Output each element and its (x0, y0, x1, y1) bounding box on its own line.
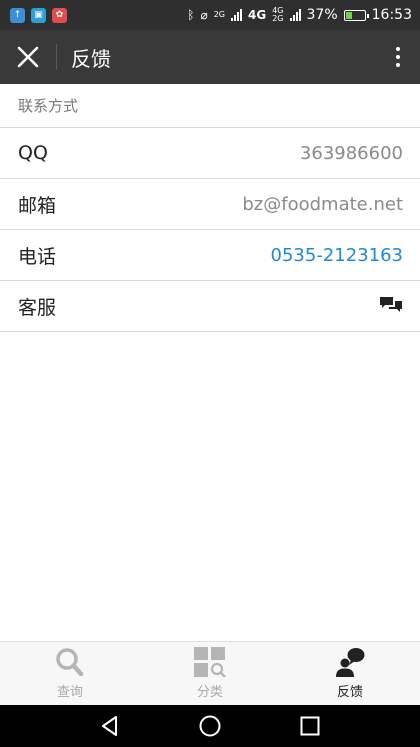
contact-row-phone[interactable]: 电话 0535-2123163 (0, 230, 420, 281)
clock: 16:53 (371, 7, 412, 23)
contact-list: QQ 363986600 邮箱 bz@foodmate.net 电话 0535-… (0, 128, 420, 332)
nav-label: 反馈 (336, 685, 363, 700)
signal-icon-2 (289, 9, 301, 21)
app-notification-icon: ↑ (10, 7, 25, 23)
vibrate-off-icon: ⌀ (200, 8, 208, 22)
bluetooth-icon: ᛒ (187, 8, 195, 22)
bottom-navigation: 查询 分类 反馈 (0, 641, 420, 705)
page-title: 反馈 (71, 46, 111, 71)
contact-row-customer-service[interactable]: 客服 (0, 281, 420, 332)
section-header: 联系方式 (0, 84, 420, 128)
row-value: bz@foodmate.net (242, 193, 403, 215)
recents-icon[interactable] (298, 714, 322, 738)
row-label: 客服 (18, 296, 57, 319)
row-label: 电话 (18, 245, 57, 268)
feedback-icon (336, 648, 365, 677)
title-divider (56, 44, 57, 70)
battery-icon (343, 9, 369, 21)
close-button[interactable] (0, 30, 56, 84)
back-icon[interactable] (98, 714, 122, 738)
network-type-4g: 4G (248, 8, 267, 22)
phone-link[interactable]: 0535-2123163 (271, 245, 403, 266)
row-value: 363986600 (299, 142, 403, 164)
more-options-button[interactable] (376, 30, 420, 84)
category-icon (194, 647, 226, 677)
system-status: ᛒ ⌀ 2G 4G 4G 2G 37% 16:53 (187, 6, 412, 24)
chat-icon[interactable] (379, 296, 403, 316)
battery-percent: 37% (306, 7, 338, 23)
close-icon (17, 46, 39, 68)
app-bar: 反馈 (0, 30, 420, 84)
row-label: QQ (18, 142, 48, 164)
more-vert-icon (396, 47, 400, 51)
row-label: 邮箱 (18, 194, 57, 217)
nav-item-feedback[interactable]: 反馈 (280, 642, 420, 705)
contact-row-qq[interactable]: QQ 363986600 (0, 128, 420, 179)
app-notification-icon: ▣ (31, 7, 46, 23)
nav-item-search[interactable]: 查询 (0, 642, 140, 705)
contact-row-email[interactable]: 邮箱 bz@foodmate.net (0, 179, 420, 230)
signal-icon (231, 9, 243, 21)
dual-network-indicator: 4G 2G (272, 6, 284, 23)
nav-label: 分类 (196, 685, 223, 700)
status-bar: ↑ ▣ ✿ ᛒ ⌀ 2G 4G 4G 2G 37% 16:53 (0, 0, 420, 30)
network-type: 2G (213, 10, 226, 19)
home-icon[interactable] (198, 714, 222, 738)
notification-icons: ↑ ▣ ✿ (10, 7, 67, 23)
app-notification-icon: ✿ (52, 7, 67, 23)
system-navigation-bar (0, 705, 420, 747)
nav-item-category[interactable]: 分类 (140, 642, 280, 705)
search-icon (56, 648, 84, 677)
nav-label: 查询 (56, 685, 83, 700)
